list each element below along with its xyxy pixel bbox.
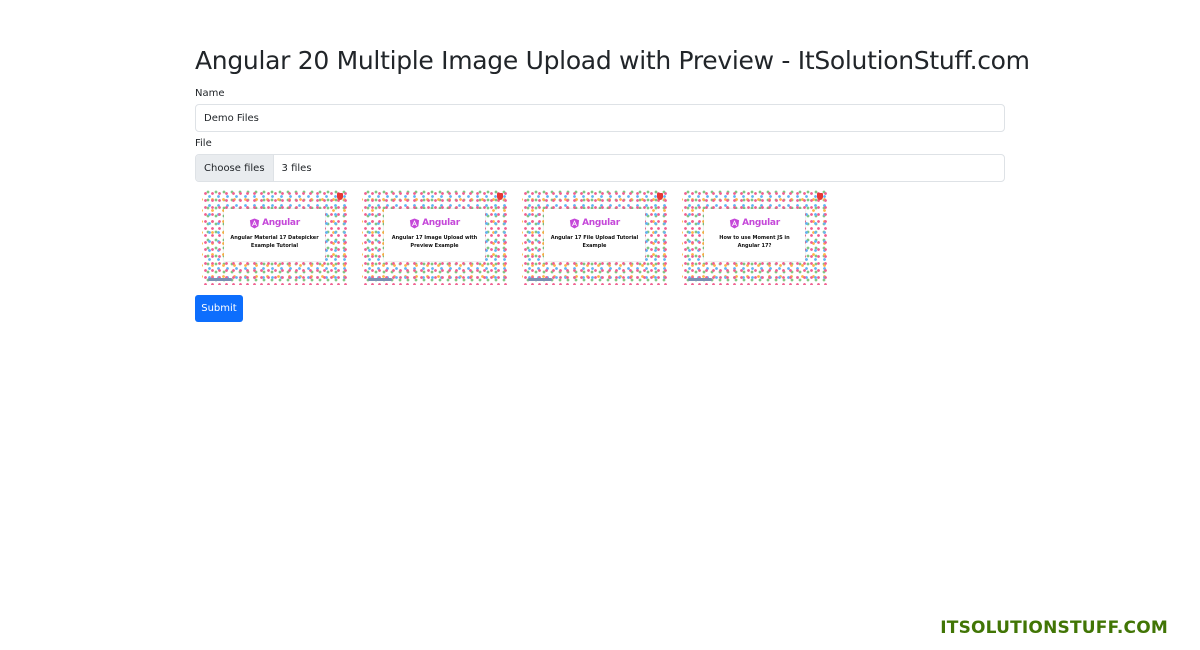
preview-title: How to use Moment JS in Angular 17? bbox=[719, 235, 790, 249]
name-input[interactable] bbox=[195, 104, 1005, 132]
preview-card: Angular Angular 17 File Upload Tutorial … bbox=[544, 209, 645, 261]
preview-footer-logo bbox=[368, 278, 392, 281]
upload-form: Name File Choose files 3 files Angular bbox=[195, 87, 1005, 322]
preview-card: Angular Angular 17 Image Upload with Pre… bbox=[384, 209, 485, 261]
submit-button[interactable]: Submit bbox=[195, 295, 243, 322]
image-previews: Angular Angular Material 17 Datepicker E… bbox=[202, 190, 1005, 285]
preview-image: Angular Angular 17 File Upload Tutorial … bbox=[522, 190, 667, 285]
badge-icon bbox=[337, 193, 343, 200]
preview-footer-logo bbox=[528, 278, 552, 281]
preview-title: Angular Material 17 Datepicker Example T… bbox=[230, 235, 319, 249]
preview-image: Angular Angular 17 Image Upload with Pre… bbox=[362, 190, 507, 285]
name-label: Name bbox=[195, 88, 225, 99]
preview-title: Angular 17 Image Upload with Preview Exa… bbox=[391, 235, 478, 249]
badge-icon bbox=[497, 193, 503, 200]
angular-wordmark: Angular bbox=[422, 218, 460, 228]
badge-icon bbox=[817, 193, 823, 200]
choose-files-button[interactable]: Choose files bbox=[196, 155, 274, 181]
preview-card: Angular How to use Moment JS in Angular … bbox=[704, 209, 805, 261]
page-title: Angular 20 Multiple Image Upload with Pr… bbox=[195, 46, 1030, 75]
preview-footer-logo bbox=[688, 278, 712, 281]
angular-logo-icon bbox=[570, 217, 580, 229]
angular-wordmark: Angular bbox=[742, 218, 780, 228]
angular-logo-icon bbox=[250, 217, 260, 229]
angular-logo-icon bbox=[730, 217, 740, 229]
preview-title: Angular 17 File Upload Tutorial Example bbox=[550, 235, 639, 249]
angular-wordmark: Angular bbox=[262, 218, 300, 228]
angular-logo-icon bbox=[410, 217, 420, 229]
file-input[interactable]: Choose files 3 files bbox=[195, 154, 1005, 182]
site-watermark: ITSOLUTIONSTUFF.COM bbox=[940, 618, 1168, 638]
preview-card: Angular Angular Material 17 Datepicker E… bbox=[224, 209, 325, 261]
preview-image: Angular How to use Moment JS in Angular … bbox=[682, 190, 827, 285]
preview-footer-logo bbox=[208, 278, 232, 281]
file-status: 3 files bbox=[281, 162, 312, 174]
angular-wordmark: Angular bbox=[582, 218, 620, 228]
main-container: Angular 20 Multiple Image Upload with Pr… bbox=[195, 40, 1030, 322]
file-label: File bbox=[195, 138, 212, 149]
badge-icon bbox=[657, 193, 663, 200]
preview-image: Angular Angular Material 17 Datepicker E… bbox=[202, 190, 347, 285]
